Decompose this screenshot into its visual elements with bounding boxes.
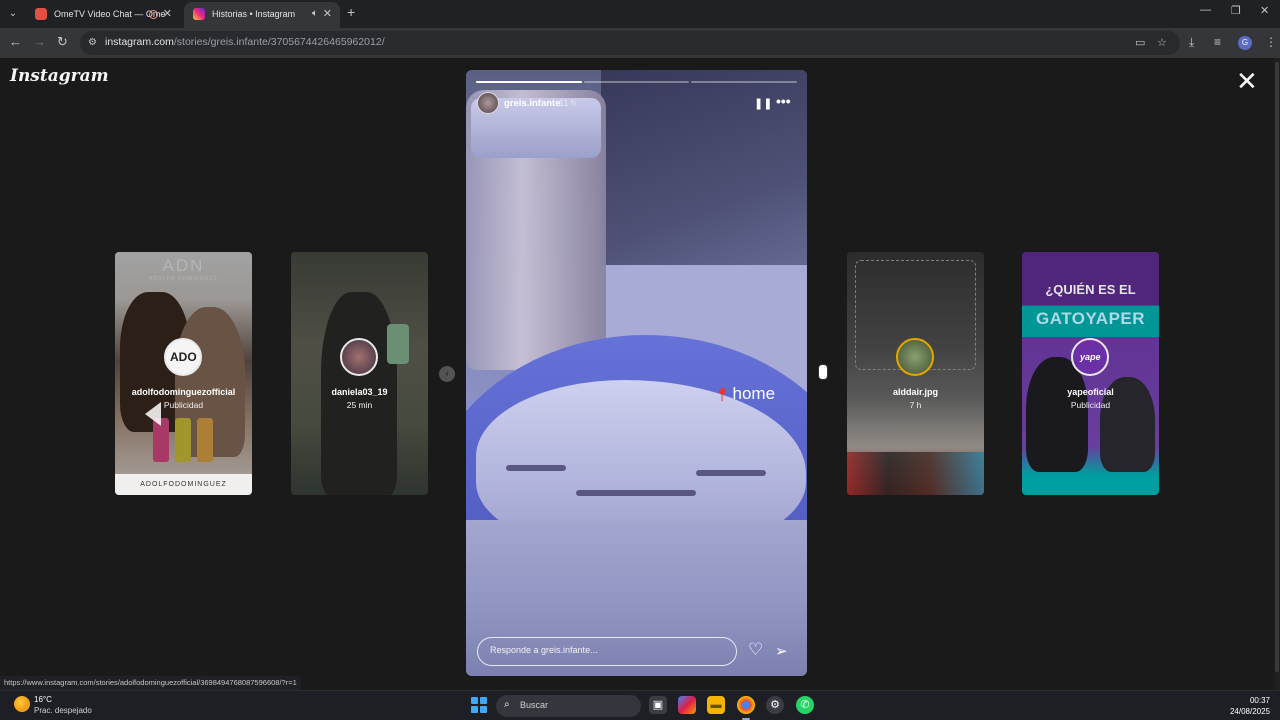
app-icon[interactable]: ⚙︎: [766, 696, 784, 714]
download-icon[interactable]: ⤓: [1189, 35, 1194, 50]
taskbar-search[interactable]: ⌕ Buscar: [496, 695, 641, 717]
instagram-stories-page: Instagram ✕ ADN ADOLFO DOMINGUEZ ADO ado…: [0, 58, 1280, 690]
more-options-icon[interactable]: •••: [776, 93, 791, 109]
story-progress-bar: [584, 81, 689, 83]
search-icon: ⌕: [504, 699, 510, 710]
story-username: alddair.jpg: [892, 387, 938, 397]
story-card-daniela03_19[interactable]: daniela03_19 25 min: [291, 252, 428, 495]
windows-start-icon[interactable]: [471, 697, 487, 713]
active-story[interactable]: greis.infante 11 h ❚❚ ••• 📍︎home ♡ ➢: [466, 70, 807, 676]
story-username: yapeoficial: [1067, 387, 1114, 397]
address-bar[interactable]: ⚙︎ instagram.com/stories/greis.infante/3…: [80, 31, 1180, 55]
new-tab-button[interactable]: +: [347, 4, 355, 20]
windows-taskbar: 16°C Prac. despejado ⌕ Buscar ▣ ▬ ⚙︎ ✆ 0…: [0, 690, 1280, 720]
story-photo-jar: [466, 90, 606, 370]
minimize-icon[interactable]: —: [1200, 4, 1211, 16]
reply-field[interactable]: [477, 637, 737, 666]
menu-dots-icon[interactable]: ⋮: [1265, 35, 1277, 49]
maximize-icon[interactable]: ❐: [1231, 4, 1241, 17]
instagram-logo[interactable]: Instagram: [10, 66, 109, 86]
speaker-icon[interactable]: 🔈︎: [312, 2, 318, 26]
scrollbar-thumb[interactable]: [1275, 62, 1279, 672]
story-subtitle: Publicidad: [1070, 400, 1111, 410]
story-username[interactable]: greis.infante: [504, 98, 561, 109]
story-timestamp: 11 h: [559, 98, 576, 108]
avatar: ADO: [164, 338, 202, 376]
instagram-favicon-icon: [193, 8, 205, 20]
grill-mark: [506, 465, 566, 471]
weather-condition[interactable]: Prac. despejado: [34, 706, 92, 715]
tab-search-button[interactable]: ⌄: [4, 5, 22, 23]
avatar[interactable]: [477, 92, 499, 114]
weather-temperature[interactable]: 16°C: [34, 695, 52, 704]
clock-date[interactable]: 24/08/2025: [1226, 707, 1270, 716]
location-sticker[interactable]: 📍︎ home: [714, 384, 775, 404]
back-icon[interactable]: ←: [9, 34, 22, 49]
tab-ometv[interactable]: OmeTV Video Chat — Ome ✕: [26, 2, 180, 28]
avatar: yape: [1071, 338, 1109, 376]
address-toolbar: ← → ↻ ⚙︎ instagram.com/stories/greis.inf…: [0, 28, 1280, 58]
grill-mark: [576, 490, 696, 496]
copilot-icon[interactable]: [678, 696, 696, 714]
weather-sun-icon[interactable]: [14, 696, 30, 712]
story-username: adolfodominguezofficial: [131, 387, 236, 397]
page-scrollbar[interactable]: [1274, 58, 1280, 690]
pause-icon[interactable]: ❚❚: [754, 97, 772, 110]
like-heart-icon[interactable]: ♡: [748, 640, 763, 660]
next-arrow-icon[interactable]: [818, 364, 828, 380]
close-tab-icon[interactable]: ✕: [163, 2, 172, 26]
close-tab-icon[interactable]: ✕: [323, 2, 332, 26]
story-username: daniela03_19: [331, 387, 388, 397]
grill-mark: [696, 470, 766, 476]
story-subtitle: Publicidad: [163, 400, 204, 410]
profile-avatar[interactable]: G: [1238, 36, 1252, 50]
browser-tab-strip: ⌄ OmeTV Video Chat — Ome ✕ Historias • I…: [0, 0, 1280, 28]
tab-title: Historias • Instagram: [212, 9, 296, 19]
avatar: [340, 338, 378, 376]
file-explorer-icon[interactable]: ▬: [707, 696, 725, 714]
media-control-icon[interactable]: ≡: [1214, 35, 1221, 49]
reload-icon[interactable]: ↻: [57, 34, 68, 50]
bookmark-star-icon[interactable]: ☆: [1157, 36, 1167, 49]
story-card-yapeoficial[interactable]: ¿QUIÉN ES EL GATOYAPER yape yapeoficial …: [1022, 252, 1159, 495]
story-card-alddair[interactable]: alddair.jpg 7 h: [847, 252, 984, 495]
previous-arrow-icon[interactable]: ‹: [439, 366, 455, 382]
tab-instagram[interactable]: Historias • Instagram 🔈︎ ✕: [184, 2, 340, 28]
clock-time[interactable]: 00:37: [1240, 696, 1270, 705]
story-subtitle: 7 h: [909, 400, 922, 410]
site-info-icon[interactable]: ⚙︎: [88, 37, 97, 48]
recording-icon: [149, 10, 158, 19]
link-preview-status: https://www.instagram.com/stories/adolfo…: [0, 676, 301, 690]
location-pin-icon: 📍︎: [714, 387, 731, 402]
story-progress-bar: [476, 81, 582, 83]
ad-footer-brand: ADOLFODOMINGUEZ: [115, 474, 252, 495]
task-view-icon[interactable]: ▣: [649, 696, 667, 714]
forward-icon[interactable]: →: [33, 34, 46, 49]
close-window-icon[interactable]: ✕: [1260, 4, 1269, 17]
story-subtitle: 25 min: [346, 400, 373, 410]
avatar: [896, 338, 934, 376]
story-card-adolfodominguezofficial[interactable]: ADN ADOLFO DOMINGUEZ ADO adolfodominguez…: [115, 252, 252, 495]
search-label: Buscar: [520, 700, 549, 710]
progress-fill: [476, 81, 582, 83]
send-paper-plane-icon[interactable]: ➢: [775, 642, 788, 660]
url-text[interactable]: instagram.com/stories/greis.infante/3705…: [105, 36, 385, 48]
ometv-favicon-icon: [35, 8, 47, 20]
whatsapp-icon[interactable]: ✆: [796, 696, 814, 714]
reply-input[interactable]: [490, 645, 720, 655]
chrome-icon[interactable]: [737, 696, 755, 714]
cast-icon[interactable]: ▭: [1135, 36, 1145, 49]
story-progress-bar: [691, 81, 797, 83]
close-stories-icon[interactable]: ✕: [1236, 68, 1258, 94]
